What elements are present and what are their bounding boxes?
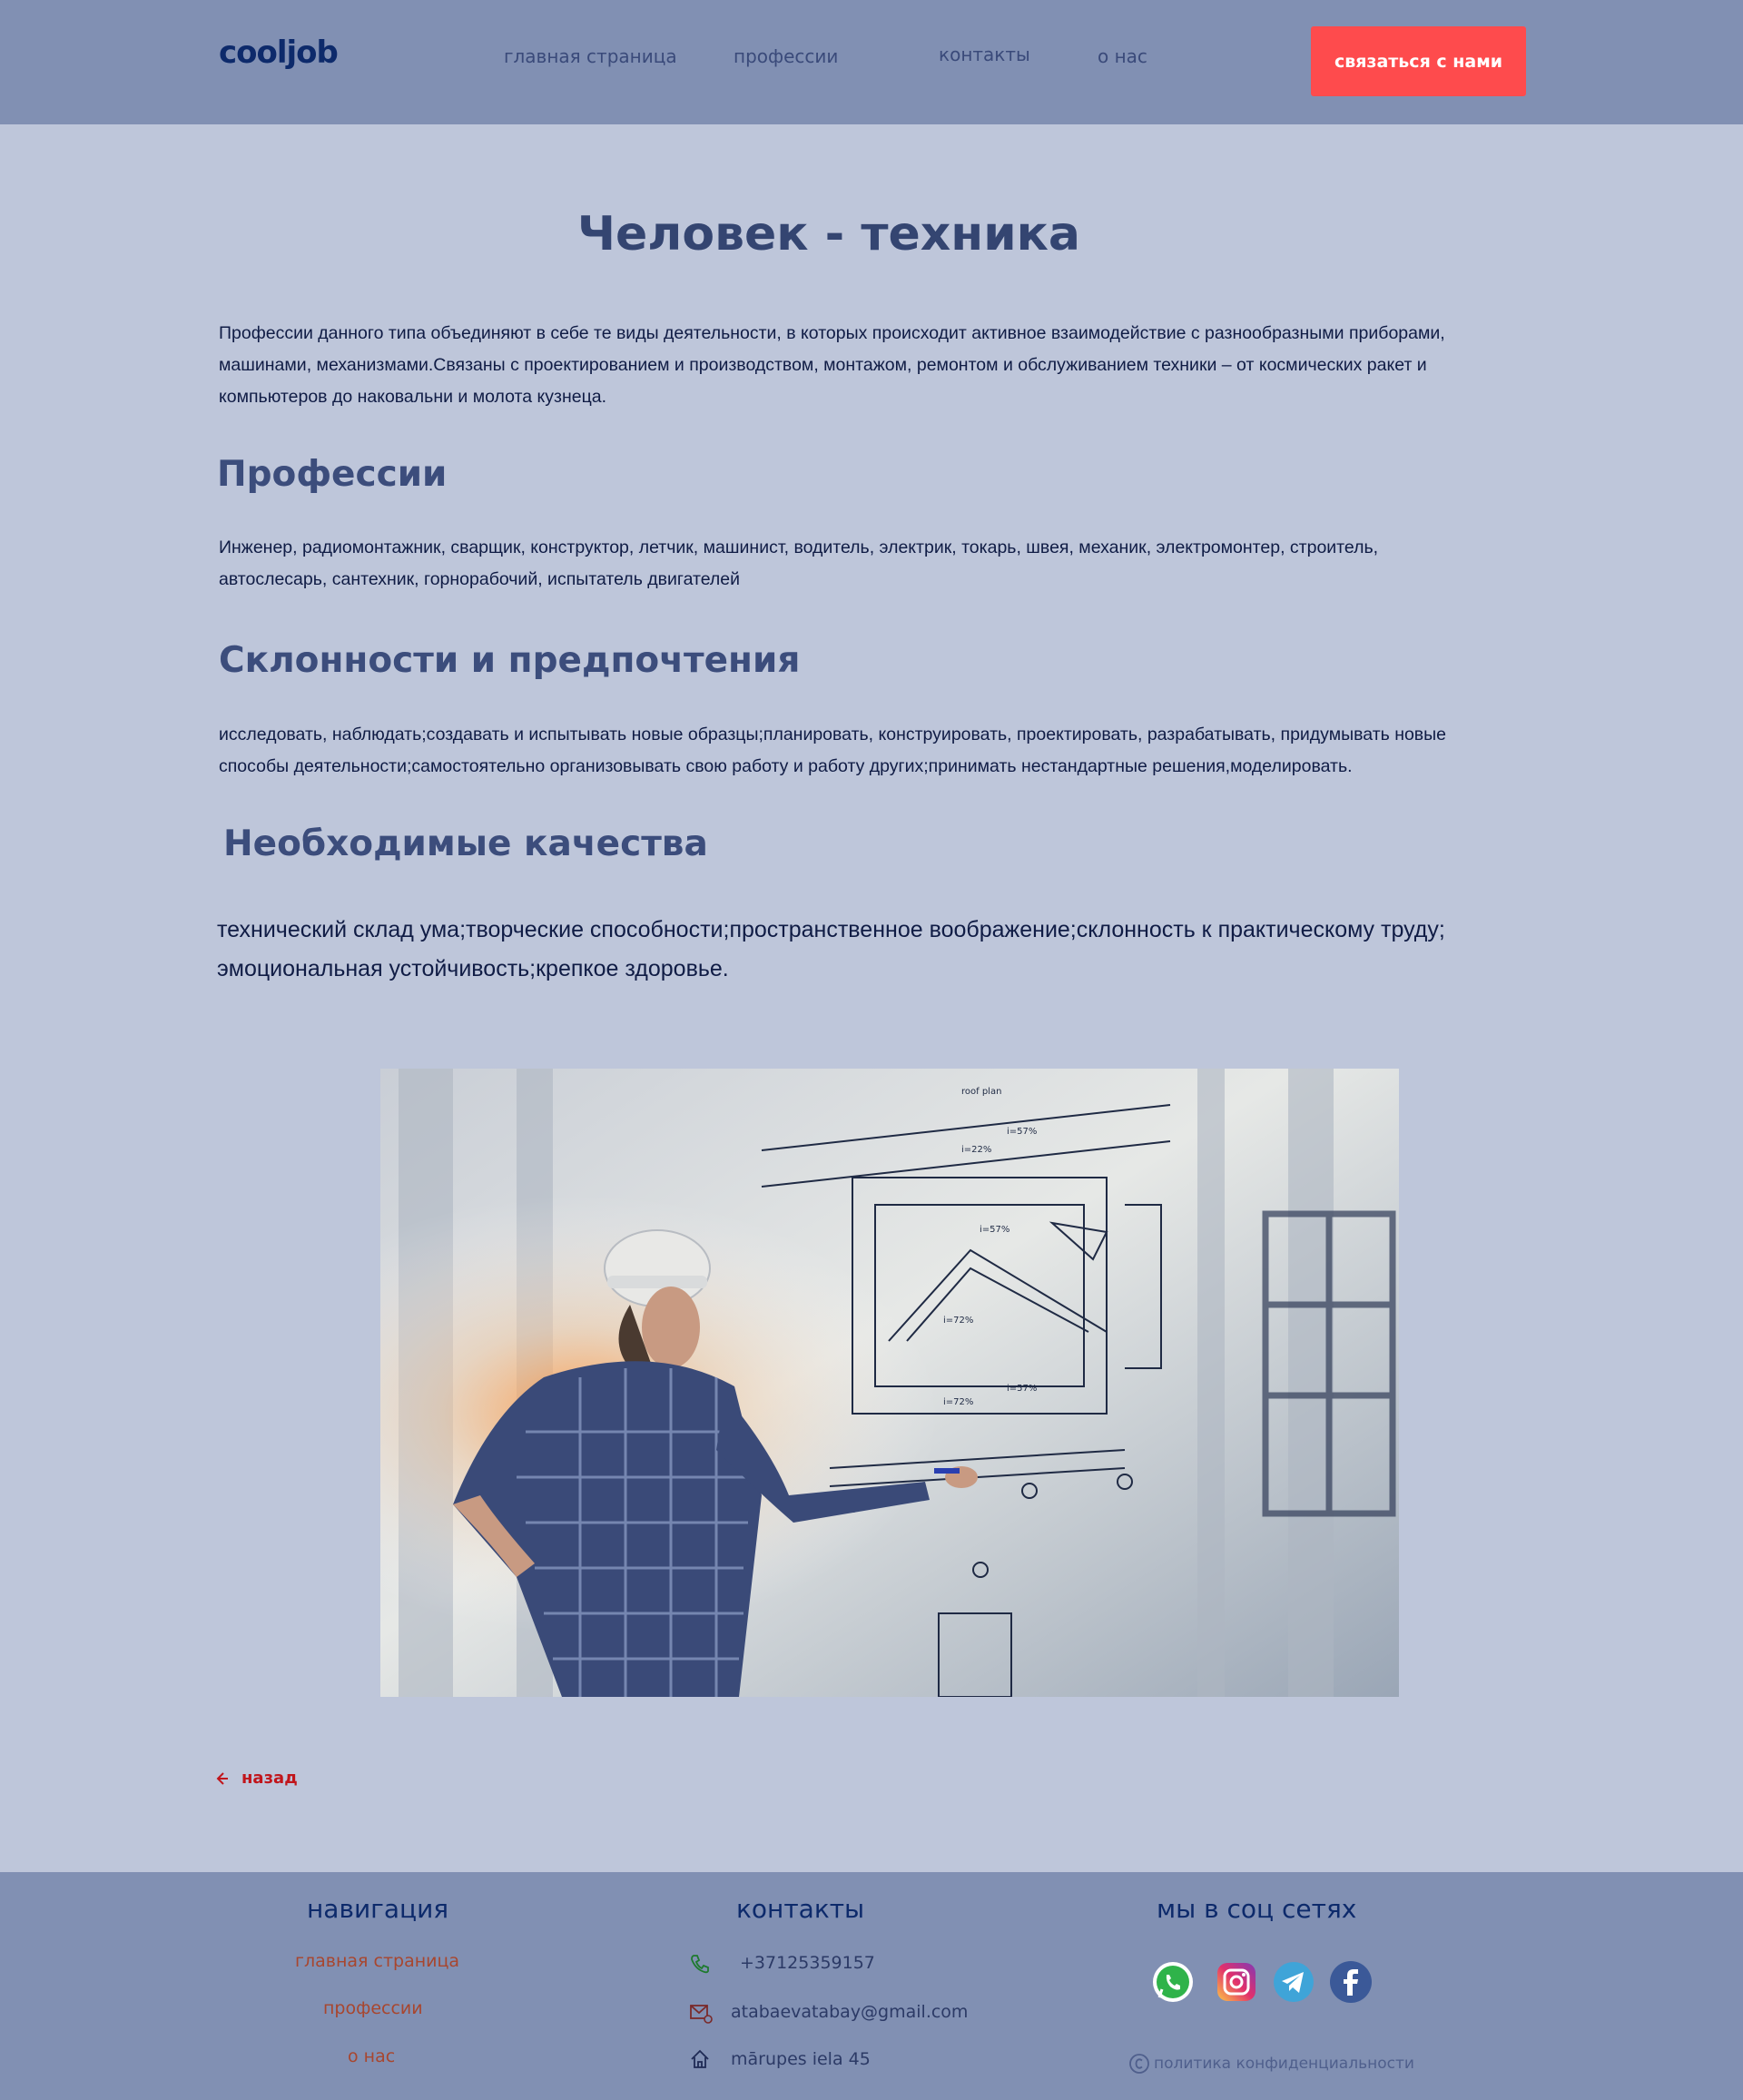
copyright-icon: [1129, 2054, 1149, 2074]
footer-contacts-title: контакты: [736, 1894, 865, 1924]
svg-text:i=22%: i=22%: [961, 1145, 991, 1155]
privacy-label: политика конфиденциальности: [1154, 2055, 1414, 2073]
engineer-photo: roof plan i=57% i=22% i=57% i=72% i=57% …: [380, 1069, 1399, 1697]
footer-email[interactable]: atabaevatabay@gmail.com: [731, 2002, 968, 2022]
footer-social-title: мы в соц сетях: [1157, 1894, 1357, 1924]
telegram-icon[interactable]: [1271, 1959, 1316, 2005]
whatsapp-icon[interactable]: [1150, 1959, 1196, 2005]
svg-text:i=57%: i=57%: [980, 1225, 1009, 1235]
back-label: назад: [241, 1769, 298, 1788]
qualities-heading: Необходимые качества: [223, 823, 708, 864]
footer-link-professions[interactable]: профессии: [323, 1998, 423, 2018]
footer-phone[interactable]: +37125359157: [740, 1953, 875, 1973]
privacy-link[interactable]: политика конфиденциальности: [1128, 2053, 1414, 2075]
svg-text:i=57%: i=57%: [1007, 1127, 1037, 1137]
instagram-icon[interactable]: [1214, 1959, 1259, 2005]
footer-link-about[interactable]: о нас: [348, 2046, 395, 2066]
inclinations-heading: Склонности и предпочтения: [219, 640, 801, 681]
qualities-text: технический склад ума;творческие способн…: [217, 917, 1445, 981]
inclinations-text: исследовать, наблюдать;создавать и испыт…: [219, 725, 1447, 776]
logo[interactable]: cooljob: [219, 35, 339, 71]
nav-professions[interactable]: профессии: [734, 45, 838, 67]
page-title: Человек - техника: [576, 207, 1081, 261]
footer-address: mārupes iela 45: [731, 2049, 871, 2069]
site-header: cooljob главная страница профессии конта…: [0, 0, 1743, 124]
site-footer: [0, 1872, 1743, 2100]
arrow-left-icon: [216, 1771, 228, 1785]
nav-home[interactable]: главная страница: [504, 45, 677, 67]
svg-text:i=57%: i=57%: [1007, 1384, 1037, 1394]
home-icon: [691, 2049, 709, 2068]
footer-nav-title: навигация: [307, 1894, 449, 1924]
contact-us-button[interactable]: связаться с нами: [1311, 26, 1526, 96]
svg-text:roof plan: roof plan: [961, 1087, 1001, 1097]
nav-contacts[interactable]: контакты: [939, 44, 1030, 65]
nav-about[interactable]: о нас: [1098, 45, 1147, 67]
svg-text:i=72%: i=72%: [943, 1397, 973, 1407]
professions-text: Инженер, радиомонтажник, сварщик, констр…: [219, 537, 1379, 589]
mail-icon: [690, 2005, 713, 2024]
intro-text: Профессии данного типа объединяют в себе…: [219, 323, 1445, 407]
footer-link-home[interactable]: главная страница: [295, 1951, 459, 1971]
professions-heading: Профессии: [217, 454, 448, 495]
phone-icon: [691, 1955, 709, 1974]
back-link[interactable]: назад: [216, 1769, 298, 1788]
svg-text:i=72%: i=72%: [943, 1316, 973, 1326]
facebook-icon[interactable]: [1328, 1959, 1374, 2005]
